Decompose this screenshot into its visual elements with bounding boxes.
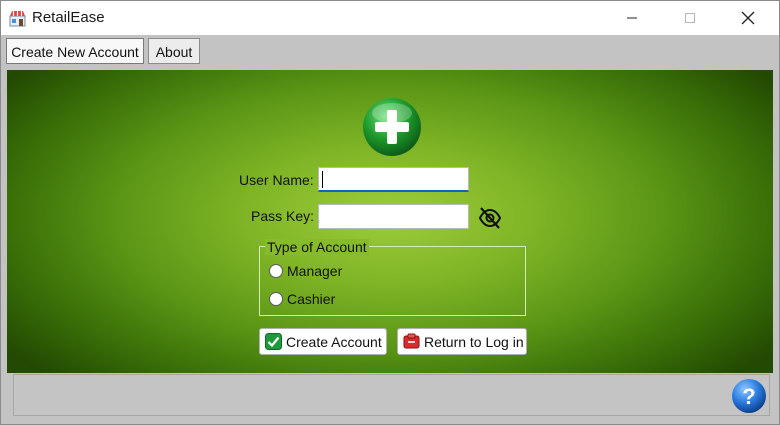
tab-create-new-account[interactable]: Create New Account [6,38,144,64]
title-bar: RetailEase [1,1,779,35]
maximize-icon [685,13,695,23]
return-to-login-label: Return to Log in [424,333,524,350]
minimize-button[interactable] [603,1,661,35]
username-label: User Name: [239,172,314,188]
manager-label[interactable]: Manager [287,263,342,279]
help-icon[interactable]: ? [731,378,767,414]
store-icon [9,11,26,27]
cashier-label[interactable]: Cashier [287,291,335,307]
close-icon [741,11,755,25]
create-account-label: Create Account [286,333,382,350]
tab-bar: Create New Account About [1,35,779,69]
add-plus-icon [363,98,421,156]
manager-radio[interactable] [269,264,283,278]
username-input[interactable] [318,167,469,192]
create-account-button[interactable]: Create Account [259,328,387,355]
close-button[interactable] [719,1,777,35]
status-bar [13,374,770,416]
app-window: RetailEase Create New Account About User… [0,0,780,425]
maximize-button[interactable] [661,1,719,35]
door-exit-icon [403,333,420,349]
text-caret [322,171,323,188]
eye-off-icon[interactable] [477,205,503,231]
return-to-login-button[interactable]: Return to Log in [397,328,527,355]
tab-about[interactable]: About [148,38,200,64]
svg-text:?: ? [742,384,755,409]
minimize-icon [627,17,637,19]
account-type-title: Type of Account [265,239,369,255]
checkmark-icon [265,333,282,350]
window-title: RetailEase [32,9,105,26]
cashier-radio[interactable] [269,292,283,306]
passkey-label: Pass Key: [251,208,315,224]
passkey-input[interactable] [318,204,469,229]
